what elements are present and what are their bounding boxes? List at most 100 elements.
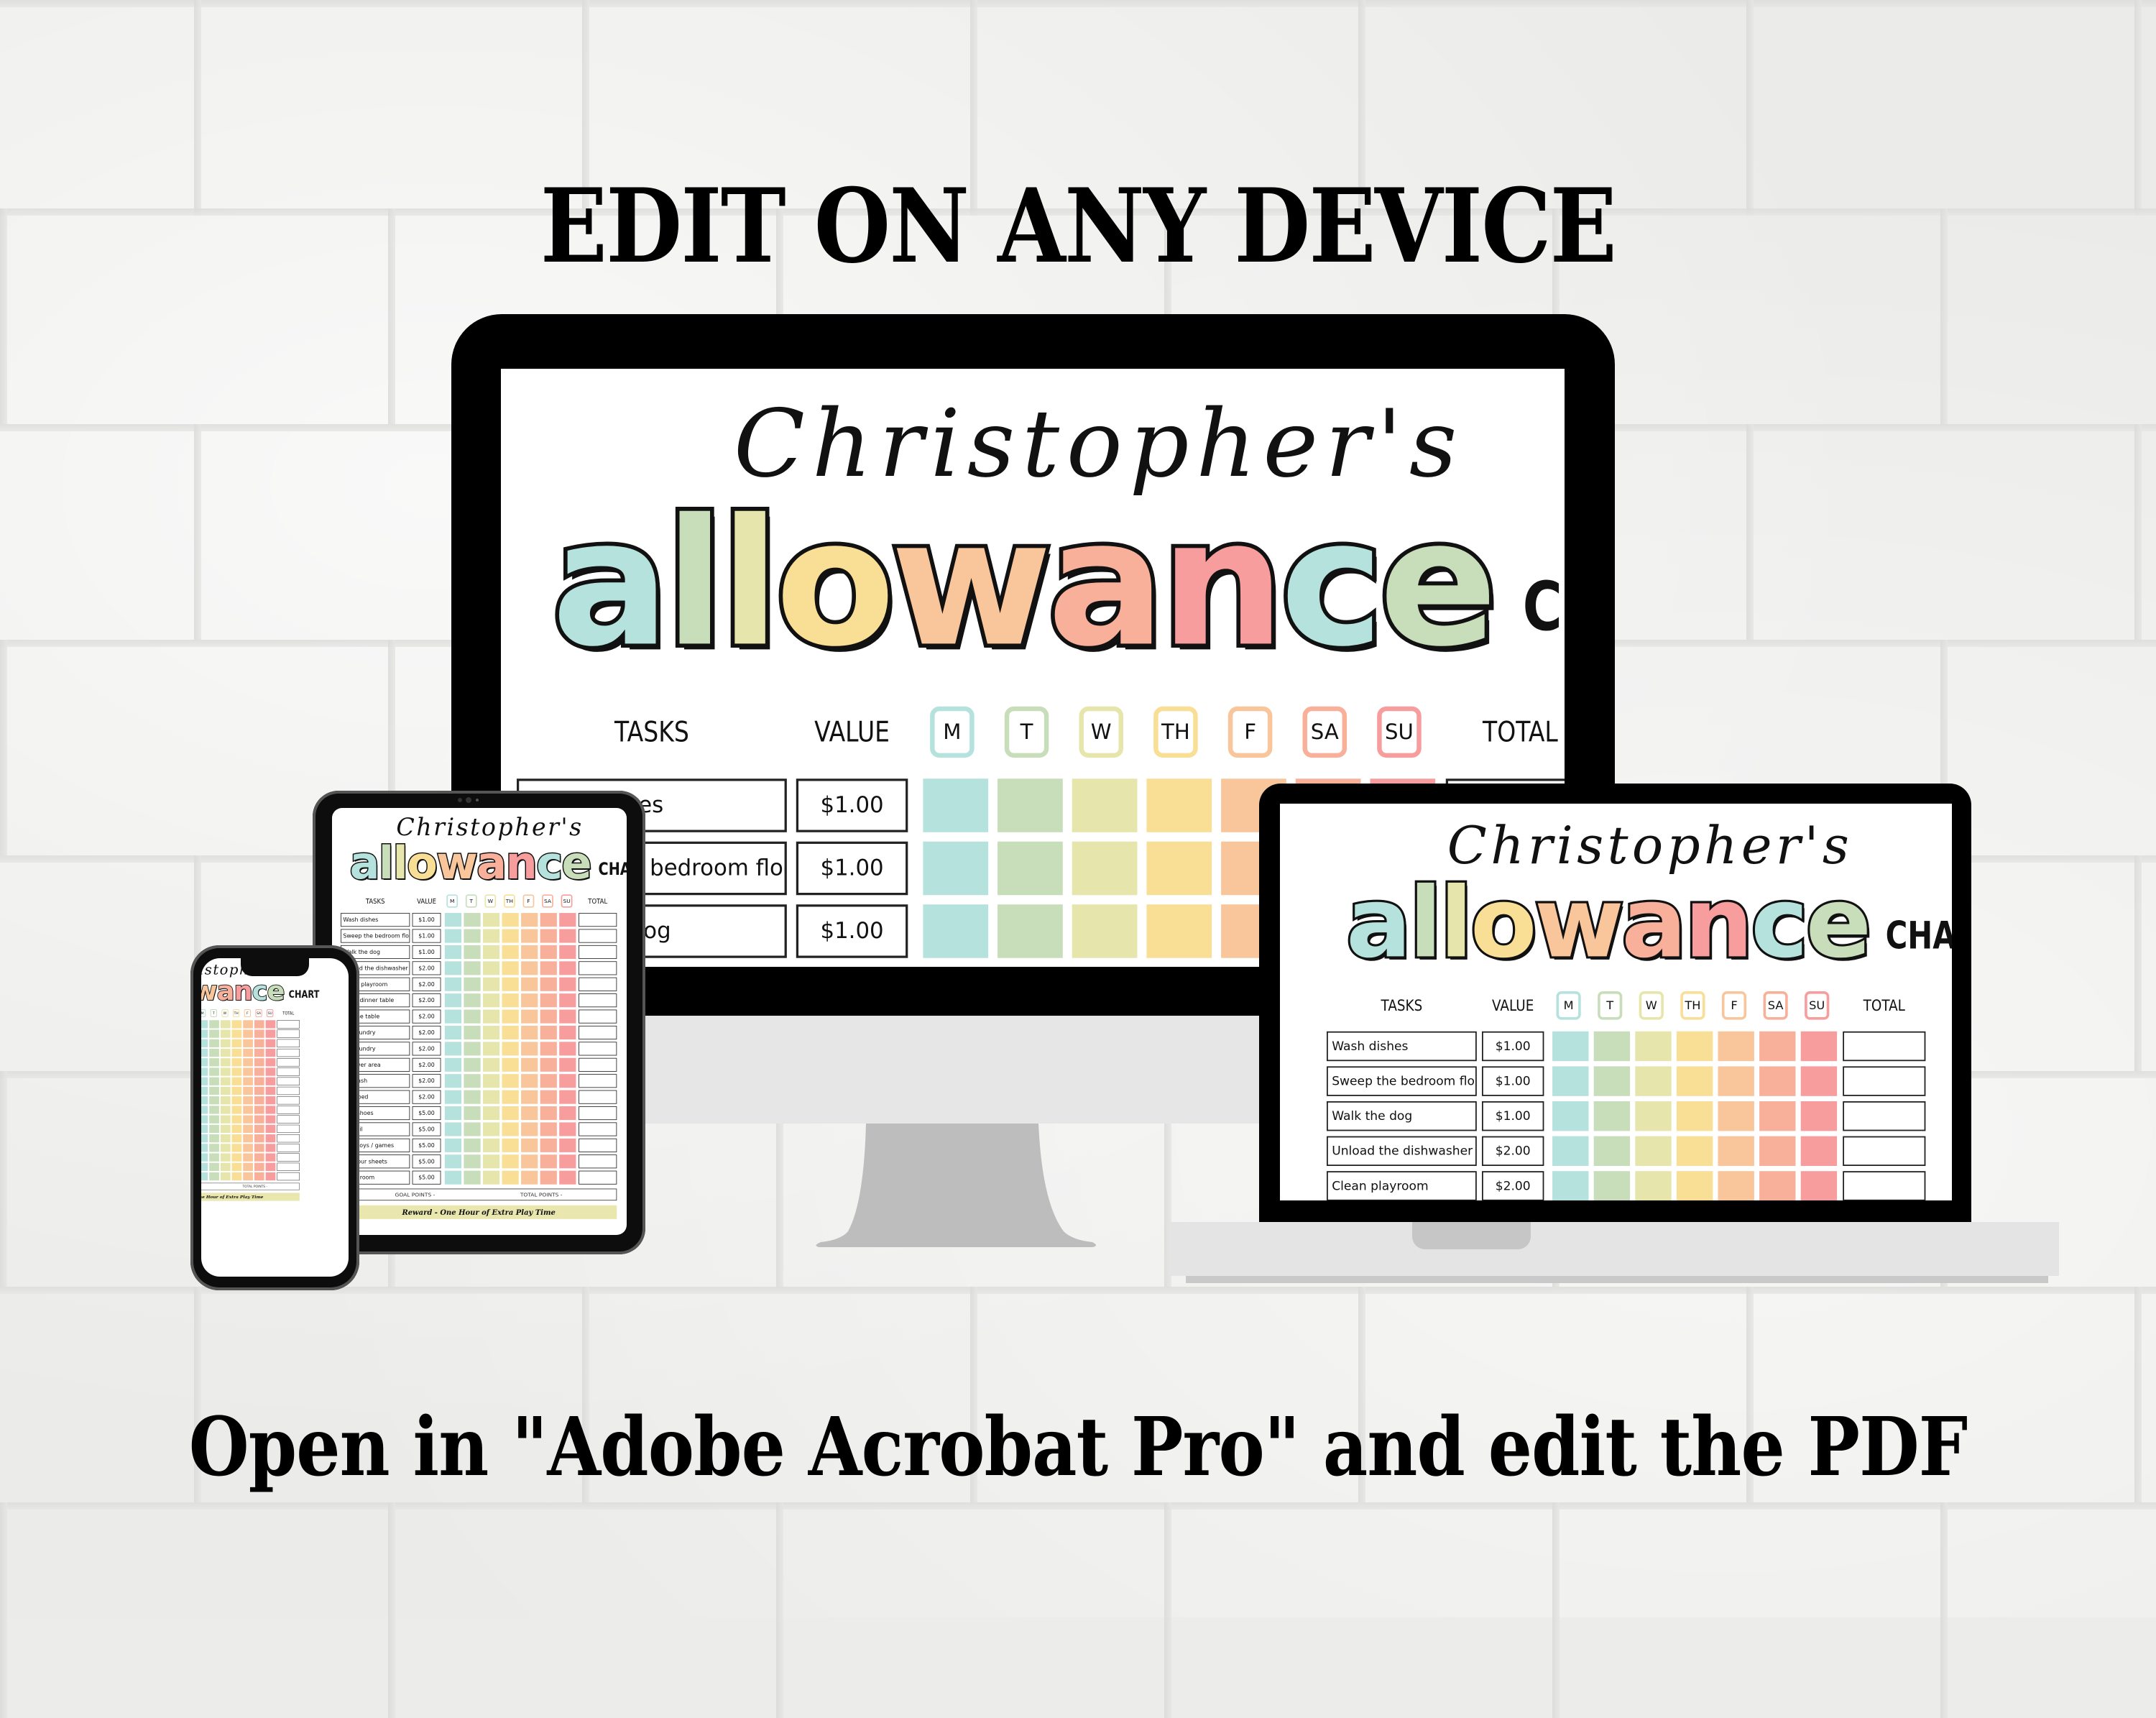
day-checkbox-w[interactable] [220, 1039, 231, 1047]
day-checkbox-th[interactable] [231, 1162, 242, 1171]
day-checkbox-m[interactable] [1552, 1031, 1589, 1062]
day-checkbox-sa[interactable] [540, 1138, 557, 1152]
day-checkbox-f[interactable] [521, 1138, 538, 1152]
day-checkbox-su[interactable] [265, 1067, 276, 1076]
day-checkbox-w[interactable] [482, 1138, 500, 1152]
day-checkbox-f[interactable] [521, 913, 538, 927]
day-checkbox-w[interactable] [1072, 841, 1138, 896]
day-checkbox-f[interactable] [243, 1086, 253, 1095]
day-checkbox-sa[interactable] [540, 1170, 557, 1185]
day-checkbox-th[interactable] [231, 1134, 242, 1143]
goal-points-label[interactable]: GOAL POINTS - [395, 1192, 436, 1198]
task-value-field[interactable]: $2.00 [412, 1042, 441, 1056]
day-checkbox-su[interactable] [559, 1025, 576, 1040]
day-checkbox-m[interactable] [444, 913, 462, 927]
day-checkbox-su[interactable] [265, 1039, 276, 1047]
task-value-field[interactable]: $2.00 [412, 961, 441, 975]
day-checkbox-t[interactable] [464, 1122, 481, 1136]
total-field[interactable] [579, 961, 617, 975]
day-checkbox-sa[interactable] [540, 1057, 557, 1072]
day-checkbox-t[interactable] [209, 1124, 219, 1134]
day-checkbox-w[interactable] [482, 961, 500, 975]
day-checkbox-f[interactable] [521, 929, 538, 943]
day-checkbox-th[interactable] [502, 977, 519, 991]
day-checkbox-sa[interactable] [540, 1025, 557, 1040]
day-checkbox-su[interactable] [1800, 1031, 1838, 1062]
day-checkbox-m[interactable] [201, 1096, 208, 1105]
task-value-field[interactable]: $1.00 [1482, 1031, 1544, 1062]
total-field[interactable] [1843, 1136, 1926, 1166]
day-checkbox-w[interactable] [220, 1077, 231, 1085]
day-checkbox-t[interactable] [464, 913, 481, 927]
day-checkbox-t[interactable] [998, 778, 1063, 832]
day-checkbox-m[interactable] [201, 1124, 208, 1134]
day-checkbox-f[interactable] [243, 1134, 253, 1143]
day-checkbox-f[interactable] [243, 1048, 253, 1057]
day-checkbox-t[interactable] [464, 1042, 481, 1056]
day-checkbox-sa[interactable] [254, 1086, 264, 1095]
day-checkbox-t[interactable] [209, 1096, 219, 1105]
day-checkbox-sa[interactable] [540, 1009, 557, 1024]
total-field[interactable] [579, 1074, 617, 1088]
day-checkbox-f[interactable] [243, 1153, 253, 1162]
day-checkbox-w[interactable] [220, 1153, 231, 1162]
day-checkbox-su[interactable] [265, 1058, 276, 1067]
day-checkbox-sa[interactable] [254, 1067, 264, 1076]
task-value-field[interactable]: $1.00 [412, 929, 441, 943]
day-checkbox-f[interactable] [243, 1162, 253, 1171]
total-field[interactable] [579, 1170, 617, 1185]
day-checkbox-su[interactable] [265, 1077, 276, 1085]
day-checkbox-t[interactable] [464, 1106, 481, 1121]
day-checkbox-w[interactable] [482, 1057, 500, 1072]
day-checkbox-su[interactable] [559, 961, 576, 975]
day-checkbox-f[interactable] [243, 1067, 253, 1076]
day-checkbox-sa[interactable] [540, 1154, 557, 1169]
total-field[interactable] [579, 1090, 617, 1104]
day-checkbox-t[interactable] [209, 1106, 219, 1114]
day-checkbox-sa[interactable] [540, 961, 557, 975]
task-name-field[interactable]: Wash dishes [1327, 1031, 1477, 1062]
day-checkbox-th[interactable] [231, 1153, 242, 1162]
day-checkbox-sa[interactable] [540, 1074, 557, 1088]
day-checkbox-m[interactable] [201, 1172, 208, 1181]
day-checkbox-m[interactable] [201, 1077, 208, 1085]
day-checkbox-su[interactable] [559, 1106, 576, 1121]
day-checkbox-su[interactable] [559, 1090, 576, 1104]
day-checkbox-th[interactable] [231, 1058, 242, 1067]
total-field[interactable] [579, 1009, 617, 1024]
day-checkbox-t[interactable] [1593, 1136, 1631, 1166]
total-field[interactable] [277, 1077, 300, 1085]
day-checkbox-su[interactable] [265, 1124, 276, 1134]
day-checkbox-sa[interactable] [1759, 1066, 1796, 1096]
total-field[interactable] [277, 1048, 300, 1057]
day-checkbox-th[interactable] [231, 1020, 242, 1029]
day-checkbox-t[interactable] [464, 1170, 481, 1185]
day-checkbox-th[interactable] [231, 1144, 242, 1152]
total-field[interactable] [277, 1067, 300, 1076]
day-checkbox-w[interactable] [220, 1172, 231, 1181]
task-value-field[interactable]: $1.00 [796, 904, 908, 958]
day-checkbox-w[interactable] [482, 1042, 500, 1056]
day-checkbox-w[interactable] [482, 1009, 500, 1024]
day-checkbox-su[interactable] [559, 1138, 576, 1152]
day-checkbox-sa[interactable] [254, 1058, 264, 1067]
day-checkbox-th[interactable] [502, 1025, 519, 1040]
day-checkbox-m[interactable] [444, 977, 462, 991]
day-checkbox-sa[interactable] [254, 1039, 264, 1047]
total-field[interactable] [277, 1039, 300, 1047]
day-checkbox-t[interactable] [209, 1058, 219, 1067]
total-field[interactable] [277, 1172, 300, 1181]
day-checkbox-th[interactable] [502, 1154, 519, 1169]
day-checkbox-t[interactable] [209, 1039, 219, 1047]
day-checkbox-m[interactable] [201, 1029, 208, 1038]
day-checkbox-th[interactable] [231, 1096, 242, 1105]
day-checkbox-su[interactable] [1800, 1136, 1838, 1166]
total-field[interactable] [277, 1058, 300, 1067]
task-value-field[interactable]: $2.00 [412, 1009, 441, 1024]
total-field[interactable] [277, 1153, 300, 1162]
task-name-field[interactable]: Sweep the bedroom floor [1327, 1066, 1477, 1096]
day-checkbox-f[interactable] [521, 1025, 538, 1040]
day-checkbox-su[interactable] [559, 1057, 576, 1072]
day-checkbox-su[interactable] [559, 1009, 576, 1024]
day-checkbox-th[interactable] [1676, 1031, 1713, 1062]
